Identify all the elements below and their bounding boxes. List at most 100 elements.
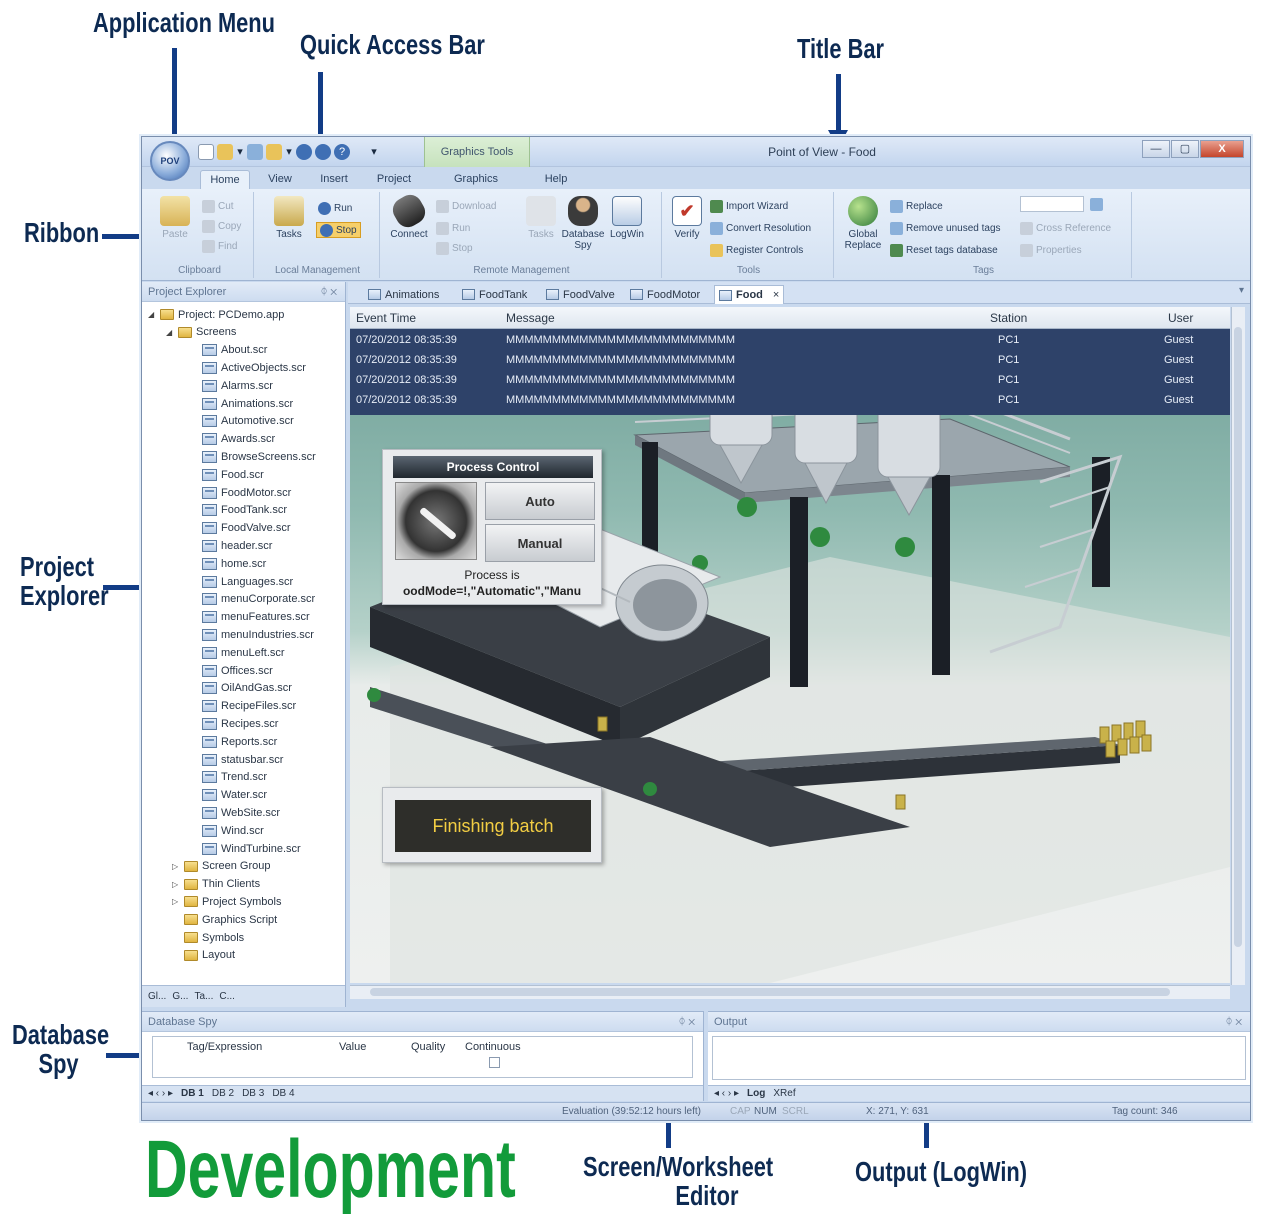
screen-editor-canvas[interactable]: Event Time Message Station User 07/20/20…	[350, 307, 1230, 983]
nav-arrows-icon[interactable]: ◂ ‹ › ▸	[148, 1088, 173, 1099]
tree-item-screen[interactable]: Water.scr	[190, 787, 267, 804]
tab-view[interactable]: View	[260, 170, 300, 189]
properties-button[interactable]: Properties	[1020, 242, 1082, 258]
column-continuous[interactable]: Continuous	[465, 1041, 521, 1053]
manual-button[interactable]: Manual	[485, 524, 595, 562]
doc-tab-foodmotor[interactable]: FoodMotor	[630, 285, 700, 304]
tree-item-folder[interactable]: ▷ Thin Clients	[172, 876, 260, 893]
stop-button[interactable]: Stop	[316, 222, 361, 238]
column-station[interactable]: Station	[990, 311, 1027, 325]
pin-close-icon[interactable]: ᛰ ✕	[1226, 1012, 1242, 1032]
tab-graphics[interactable]: Graphics	[448, 170, 504, 189]
editor-vertical-scrollbar[interactable]	[1231, 307, 1245, 985]
expand-arrow-icon[interactable]: ◢	[148, 310, 156, 319]
database-spy-button[interactable]: Database Spy	[560, 196, 606, 251]
column-event-time[interactable]: Event Time	[356, 311, 416, 325]
tree-item-screen[interactable]: home.scr	[190, 555, 266, 572]
doc-tab-foodtank[interactable]: FoodTank	[462, 285, 527, 304]
scroll-thumb[interactable]	[1234, 327, 1242, 947]
expand-arrow-icon[interactable]: ▷	[172, 880, 180, 889]
column-quality[interactable]: Quality	[411, 1041, 445, 1053]
reset-tags-database-button[interactable]: Reset tags database	[890, 242, 998, 258]
pin-close-icon[interactable]: ᛰ ✕	[321, 282, 337, 302]
tree-item-screen[interactable]: RecipeFiles.scr	[190, 698, 296, 715]
customize-qat-icon[interactable]: ▾	[369, 144, 379, 160]
tree-item-screen[interactable]: Languages.scr	[190, 573, 293, 590]
paste-icon[interactable]	[266, 144, 282, 160]
tree-item-folder[interactable]: Layout	[172, 947, 235, 964]
auto-button[interactable]: Auto	[485, 482, 595, 520]
remove-unused-tags-button[interactable]: Remove unused tags	[890, 220, 1001, 236]
tree-item-screen[interactable]: Recipes.scr	[190, 715, 278, 732]
tag-search-box[interactable]	[1020, 196, 1084, 212]
find-button[interactable]: Find	[202, 238, 237, 254]
editor-horizontal-scrollbar[interactable]	[350, 985, 1230, 999]
tree-item-folder[interactable]: Symbols	[172, 929, 244, 946]
db-tab-2[interactable]: DB 2	[212, 1088, 234, 1099]
db-tab-1[interactable]: DB 1	[181, 1088, 204, 1099]
expand-arrow-icon[interactable]: ▷	[172, 862, 180, 871]
explorer-tab-global[interactable]: Gl...	[148, 991, 166, 1002]
tree-item-screen[interactable]: statusbar.scr	[190, 751, 283, 768]
run-icon[interactable]	[296, 144, 312, 160]
open-folder-icon[interactable]	[217, 144, 233, 160]
dropdown-icon[interactable]: ▾	[285, 144, 293, 160]
download-button[interactable]: Download	[436, 198, 496, 214]
tree-item-screen[interactable]: WebSite.scr	[190, 804, 280, 821]
tab-help[interactable]: Help	[538, 170, 574, 189]
tree-item-screen[interactable]: Offices.scr	[190, 662, 273, 679]
tree-item-screens[interactable]: ◢ Screens	[166, 324, 236, 341]
database-spy-grid[interactable]: Tag/Expression Value Quality Continuous	[152, 1036, 693, 1078]
scroll-thumb[interactable]	[370, 988, 1170, 996]
tree-item-screen[interactable]: menuLeft.scr	[190, 644, 285, 661]
doc-tab-foodvalve[interactable]: FoodValve	[546, 285, 615, 304]
tree-item-folder[interactable]: ▷ Project Symbols	[172, 893, 281, 910]
alarm-row[interactable]: 07/20/2012 08:35:39 MMMMMMMMMMMMMMMMMMMM…	[350, 391, 1230, 411]
tree-item-folder[interactable]: Graphics Script	[172, 911, 277, 928]
maximize-button[interactable]: ▢	[1171, 140, 1199, 158]
logwin-button[interactable]: LogWin	[604, 196, 650, 240]
tree-item-screen[interactable]: About.scr	[190, 342, 267, 359]
tab-home[interactable]: Home	[200, 170, 250, 189]
output-tab-log[interactable]: Log	[747, 1088, 765, 1099]
tree-item-screen[interactable]: Wind.scr	[190, 822, 264, 839]
close-button[interactable]: X	[1200, 140, 1244, 158]
tree-item-screen[interactable]: menuCorporate.scr	[190, 591, 315, 608]
tree-item-folder[interactable]: ▷ Screen Group	[172, 858, 270, 875]
tab-list-dropdown-icon[interactable]: ▾	[1239, 285, 1244, 296]
tab-project[interactable]: Project	[372, 170, 416, 189]
tree-item-screen[interactable]: WindTurbine.scr	[190, 840, 301, 857]
alarm-row[interactable]: 07/20/2012 08:35:39 MMMMMMMMMMMMMMMMMMMM…	[350, 371, 1230, 391]
stop-icon[interactable]	[315, 144, 331, 160]
verify-button[interactable]: ✔ Verify	[664, 196, 710, 240]
output-tab-xref[interactable]: XRef	[773, 1088, 795, 1099]
selector-knob-icon[interactable]	[395, 482, 477, 560]
remote-run-button[interactable]: Run	[436, 220, 470, 236]
tab-insert[interactable]: Insert	[314, 170, 354, 189]
column-value[interactable]: Value	[339, 1041, 366, 1053]
new-file-icon[interactable]	[198, 144, 214, 160]
alarm-row[interactable]: 07/20/2012 08:35:39 MMMMMMMMMMMMMMMMMMMM…	[350, 351, 1230, 371]
tree-project-root[interactable]: ◢ Project: PCDemo.app	[148, 306, 284, 323]
tree-item-screen[interactable]: menuFeatures.scr	[190, 609, 310, 626]
close-tab-icon[interactable]: ×	[773, 289, 779, 301]
tree-item-screen[interactable]: FoodTank.scr	[190, 502, 287, 519]
application-menu-button[interactable]: POV	[150, 141, 190, 181]
column-user[interactable]: User	[1168, 311, 1193, 325]
remote-tasks-button[interactable]: Tasks	[518, 196, 564, 240]
doc-tab-food[interactable]: Food ×	[714, 285, 785, 304]
tree-item-screen[interactable]: Food.scr	[190, 466, 264, 483]
tree-item-screen[interactable]: Automotive.scr	[190, 413, 294, 430]
tree-item-screen[interactable]: Awards.scr	[190, 431, 275, 448]
expand-arrow-icon[interactable]: ◢	[166, 328, 174, 337]
nav-arrows-icon[interactable]: ◂ ‹ › ▸	[714, 1088, 739, 1099]
remote-stop-button[interactable]: Stop	[436, 240, 473, 256]
tree-item-screen[interactable]: FoodMotor.scr	[190, 484, 291, 501]
tag-search-button[interactable]	[1090, 196, 1103, 212]
explorer-tab-comm[interactable]: C...	[219, 991, 235, 1002]
tree-item-screen[interactable]: Animations.scr	[190, 395, 293, 412]
alarm-row[interactable]: 07/20/2012 08:35:39 MMMMMMMMMMMMMMMMMMMM…	[350, 331, 1230, 351]
minimize-button[interactable]: —	[1142, 140, 1170, 158]
dropdown-icon[interactable]: ▾	[236, 144, 244, 160]
replace-button[interactable]: Replace	[890, 198, 943, 214]
